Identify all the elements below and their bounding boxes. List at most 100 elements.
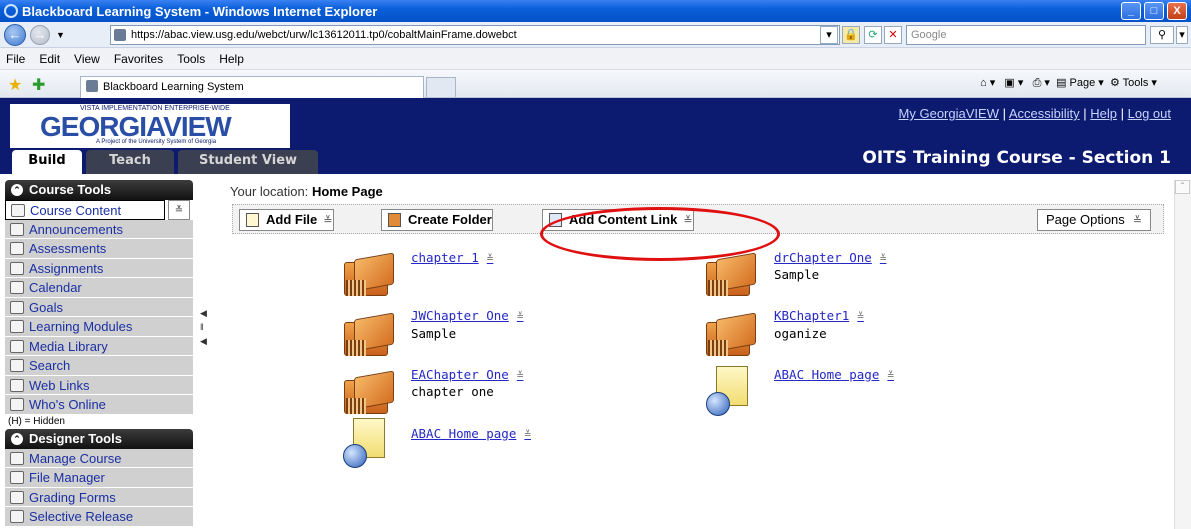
folder-icon[interactable]	[344, 312, 396, 358]
content-item-jwchapter-one[interactable]: JWChapter One ≚	[411, 308, 523, 323]
forward-button[interactable]: →	[30, 24, 50, 45]
close-button[interactable]: X	[1167, 2, 1187, 20]
folder-icon	[388, 213, 401, 227]
announcements-icon	[10, 222, 24, 236]
favorites-star-icon[interactable]: ★	[8, 75, 22, 95]
add-file-button[interactable]: Add File ≚	[239, 209, 334, 231]
breadcrumb: Your location: Home Page	[230, 184, 383, 199]
search-button[interactable]: ⚲	[1150, 26, 1174, 44]
sidebar-item-goals[interactable]: Goals	[5, 297, 193, 317]
folder-icon[interactable]	[706, 312, 758, 358]
menu-dropdown-icon[interactable]: ≚	[168, 200, 190, 220]
logout-link[interactable]: Log out	[1128, 106, 1171, 121]
highlight-oval	[540, 207, 780, 261]
minimize-button[interactable]: _	[1121, 2, 1141, 20]
window-title-bar: Blackboard Learning System - Windows Int…	[0, 0, 1191, 22]
scroll-up-icon[interactable]: ⌃	[1175, 180, 1190, 194]
my-georgiaview-link[interactable]: My GeorgiaVIEW	[899, 106, 999, 121]
sidebar-splitter[interactable]: ◀ ‖ ◀	[200, 306, 208, 346]
create-folder-button[interactable]: Create Folder	[381, 209, 493, 231]
tools-menu[interactable]: ⚙ Tools ▾	[1110, 77, 1157, 89]
menu-tools[interactable]: Tools	[177, 52, 205, 66]
menu-file[interactable]: File	[6, 52, 25, 66]
feeds-icon[interactable]: ▣ ▾	[1004, 77, 1023, 89]
tab-build[interactable]: Build	[12, 150, 82, 174]
home-icon[interactable]: ⌂ ▾	[980, 77, 995, 89]
whos-online-icon	[10, 398, 24, 411]
file-icon	[246, 213, 259, 227]
content-item-drchapter-one[interactable]: drChapter One ≚	[774, 250, 886, 265]
sidebar-item-search[interactable]: Search	[5, 356, 193, 376]
sidebar-item-announcements[interactable]: Announcements	[5, 219, 193, 239]
stop-button[interactable]: ✕	[884, 26, 902, 44]
accessibility-link[interactable]: Accessibility	[1009, 106, 1080, 121]
menu-favorites[interactable]: Favorites	[114, 52, 163, 66]
item-menu-icon: ≚	[857, 310, 864, 323]
item-menu-icon: ≚	[887, 369, 894, 382]
url-input[interactable]: https://abac.view.usg.edu/webct/urw/lc13…	[110, 25, 840, 45]
web-link-icon[interactable]	[343, 418, 387, 468]
content-item-abac-home-page[interactable]: ABAC Home page ≚	[774, 367, 894, 382]
content-item-description: Sample	[411, 326, 457, 341]
new-tab-button[interactable]	[426, 77, 456, 97]
tab-favicon-icon	[86, 80, 98, 92]
tab-bar: ★ ✚ Blackboard Learning System ⌂ ▾ ▣ ▾ ⎙…	[0, 70, 1191, 98]
sidebar-item-selective-release[interactable]: Selective Release	[5, 507, 193, 527]
menu-view[interactable]: View	[74, 52, 100, 66]
designer-tools-header[interactable]: ⌃ Designer Tools	[5, 428, 193, 449]
sidebar-item-assessments[interactable]: Assessments	[5, 239, 193, 259]
header-links: My GeorgiaVIEW | Accessibility | Help | …	[898, 106, 1171, 121]
add-favorite-icon[interactable]: ✚	[32, 75, 45, 95]
sidebar-item-course-content[interactable]: Course Content ≚	[5, 200, 190, 220]
menu-edit[interactable]: Edit	[39, 52, 60, 66]
home-icon	[11, 204, 25, 217]
sidebar: ⌃ Course Tools Course Content ≚ Announcem…	[5, 180, 196, 529]
web-link-icon[interactable]	[706, 366, 750, 416]
assignments-icon	[10, 261, 24, 275]
lock-icon[interactable]: 🔒	[842, 26, 860, 44]
media-library-icon	[10, 339, 24, 353]
course-tools-header[interactable]: ⌃ Course Tools	[5, 180, 193, 200]
sidebar-item-assignments[interactable]: Assignments	[5, 258, 193, 278]
url-dropdown-button[interactable]: ▾	[820, 26, 838, 44]
page-options-button[interactable]: Page Options ≚	[1037, 209, 1151, 231]
tab-blackboard[interactable]: Blackboard Learning System	[80, 76, 424, 98]
history-dropdown-icon[interactable]: ▼	[56, 30, 65, 40]
maximize-button[interactable]: □	[1144, 2, 1164, 20]
content-item-kbchapter1[interactable]: KBChapter1 ≚	[774, 308, 864, 323]
folder-icon[interactable]	[344, 370, 396, 416]
web-links-icon	[10, 378, 24, 392]
url-text: https://abac.view.usg.edu/webct/urw/lc13…	[131, 29, 517, 41]
sidebar-item-file-manager[interactable]: File Manager	[5, 468, 193, 488]
sidebar-item-whos-online[interactable]: Who's Online	[5, 395, 193, 415]
tab-teach[interactable]: Teach	[86, 150, 174, 174]
assessments-icon	[10, 242, 24, 255]
sidebar-item-web-links[interactable]: Web Links	[5, 375, 193, 395]
sidebar-item-learning-modules[interactable]: Learning Modules	[5, 317, 193, 337]
content-item-description: chapter one	[411, 384, 494, 399]
help-link[interactable]: Help	[1090, 106, 1117, 121]
search-input[interactable]: Google	[906, 25, 1146, 45]
folder-icon[interactable]	[344, 252, 396, 298]
calendar-icon	[10, 281, 24, 294]
command-bar: ⌂ ▾ ▣ ▾ ⎙ ▾ ▤ Page ▾ ⚙ Tools ▾	[980, 76, 1157, 90]
back-button[interactable]: ←	[4, 23, 26, 46]
tab-student-view[interactable]: Student View	[178, 150, 318, 174]
menu-help[interactable]: Help	[219, 52, 244, 66]
collapse-icon: ⌃	[11, 184, 23, 196]
content-item-eachapter-one[interactable]: EAChapter One ≚	[411, 367, 523, 382]
hidden-note: (H) = Hidden	[8, 415, 65, 427]
sidebar-item-media-library[interactable]: Media Library	[5, 336, 193, 356]
georgiaview-logo: VISTA IMPLEMENTATION ENTERPRISE-WIDE GEO…	[10, 104, 290, 148]
content-item-chapter-1[interactable]: chapter 1 ≚	[411, 250, 493, 265]
content-item-abac-home-page-2[interactable]: ABAC Home page ≚	[411, 426, 531, 441]
sidebar-item-grading-forms[interactable]: Grading Forms	[5, 487, 193, 507]
print-icon[interactable]: ⎙ ▾	[1033, 77, 1050, 89]
refresh-button[interactable]: ⟳	[864, 26, 882, 44]
folder-icon[interactable]	[706, 252, 758, 298]
sidebar-item-calendar[interactable]: Calendar	[5, 278, 193, 298]
scrollbar[interactable]: ⌃	[1174, 180, 1191, 529]
page-menu[interactable]: ▤ Page ▾	[1056, 77, 1104, 89]
sidebar-item-manage-course[interactable]: Manage Course	[5, 448, 193, 468]
search-options-button[interactable]: ▾	[1176, 26, 1188, 44]
